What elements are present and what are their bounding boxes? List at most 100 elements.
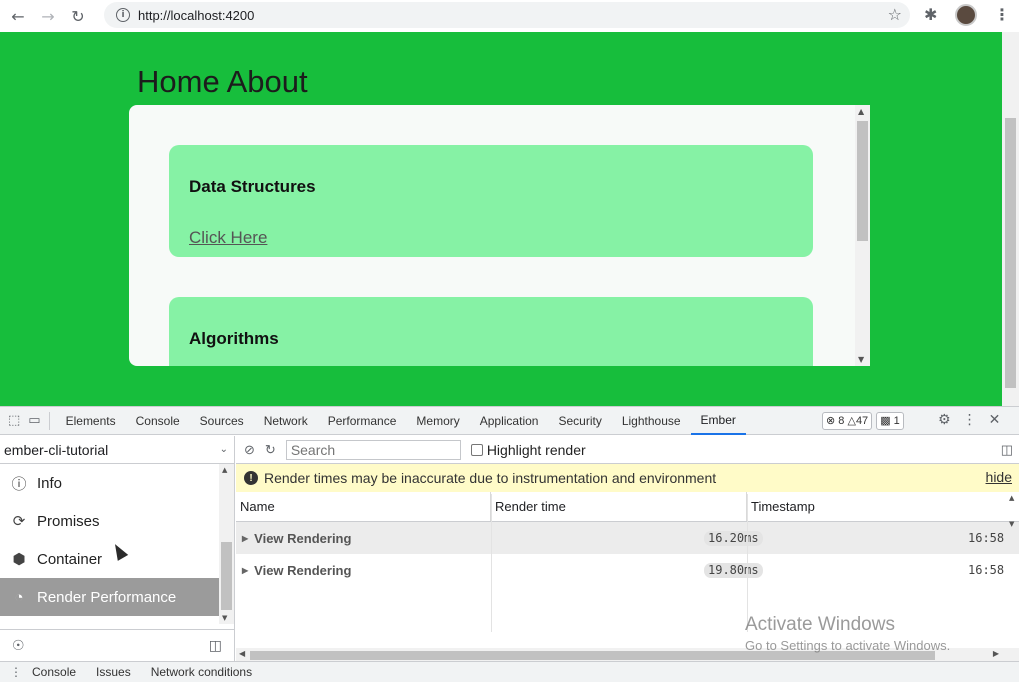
tab-application[interactable]: Application [470,407,549,435]
tab-ember[interactable]: Ember [690,407,746,435]
page-viewport: Home About Data Structures Click Here Al… [0,32,1019,406]
error-icon: ⊗ [826,415,836,427]
bookmark-star-icon[interactable]: ☆ [888,5,902,24]
page-scrollbar[interactable] [1002,32,1019,406]
sidebar-item-promises[interactable]: ⟳ Promises [0,502,234,540]
inspect-element-icon[interactable]: ⬚ [8,413,20,428]
browser-toolbar: ← → ↻ i http://localhost:4200 ☆ ✱ ⋮ [0,0,1019,32]
warning-banner: ! Render times may be inaccurate due to … [236,464,1019,492]
warning-exclamation-icon: ! [244,471,258,485]
message-icon: ▩ [880,415,891,427]
bug-icon[interactable]: ☉ [12,638,25,654]
device-toolbar-icon[interactable]: ▭ [28,413,40,428]
reload-icon[interactable]: ↻ [265,442,276,458]
panel-toggle-icon[interactable]: ◫ [1001,442,1013,458]
chevron-down-icon: ⌄ [219,444,228,455]
container-icon: ⬢ [12,551,26,568]
cards-container: Data Structures Click Here Algorithms ▲ … [129,105,870,366]
devtools-drawer: ⋮ Console Issues Network conditions [0,661,1019,682]
site-info-icon[interactable]: i [116,8,130,22]
clear-icon[interactable]: ⊘ [244,442,255,458]
settings-gear-icon[interactable]: ⚙ [938,412,951,428]
drawer-tab-console[interactable]: Console [22,665,86,679]
timestamp-value: 16:58 [968,531,1005,545]
table-row[interactable]: ▶ View Rendering 19.80ms 16:58 [236,554,1019,586]
card-title: Algorithms [189,329,279,348]
tab-memory[interactable]: Memory [406,407,469,435]
sidebar-item-info[interactable]: ⓘ Info [0,464,234,502]
tab-console[interactable]: Console [126,407,190,435]
gauge-icon: ◔ [14,588,24,606]
sidebar-footer: ☉ ◫ [0,629,234,662]
devtools-menu-icon[interactable]: ⋮ [963,412,977,428]
warning-icon: △ [847,415,856,427]
sidebar-scrollbar[interactable]: ▲ ▼ [219,464,234,624]
column-divider [491,494,492,632]
scroll-down-arrow-icon[interactable]: ▼ [1009,520,1019,528]
windows-activation-watermark: Activate Windows Go to Settings to activ… [745,614,951,653]
errors-badge[interactable]: ⊗ 8 △47 [822,412,873,430]
close-devtools-icon[interactable]: ✕ [989,412,1001,428]
render-time-value: 16.20ms [704,531,763,546]
render-time-value: 19.80ms [704,563,763,578]
table-row[interactable]: ▶ View Rendering 16.20ms 16:58 [236,522,1019,554]
column-header-render-time[interactable]: Render time [491,492,747,521]
profile-avatar[interactable] [955,4,977,26]
issue-badges: ⊗ 8 △47 ▩ 1 [822,412,904,430]
card-link[interactable]: Click Here [189,228,267,248]
card-algorithms: Algorithms [169,297,813,366]
devtools-tabbar: ⬚ ▭ Elements Console Sources Network Per… [0,407,1019,435]
reload-icon[interactable]: ↻ [66,4,90,28]
expand-caret-icon[interactable]: ▶ [242,534,248,543]
scroll-thumb[interactable] [857,121,868,241]
table-vertical-scrollbar[interactable]: ▲ ▼ [1007,494,1019,594]
extensions-icon[interactable]: ✱ [924,5,937,24]
tab-performance[interactable]: Performance [318,407,407,435]
card-data-structures: Data Structures Click Here [169,145,813,257]
app-name: ember-cli-tutorial [4,441,109,458]
scroll-down-arrow-icon[interactable]: ▼ [858,355,864,364]
expand-caret-icon[interactable]: ▶ [242,566,248,575]
table-header: Name Render time Timestamp [236,492,1019,522]
column-header-name[interactable]: Name [236,492,491,521]
tab-network[interactable]: Network [254,407,318,435]
url-text[interactable]: http://localhost:4200 [138,8,254,23]
column-header-timestamp[interactable]: Timestamp [747,492,1019,521]
scroll-down-arrow-icon[interactable]: ▼ [222,614,227,622]
page-scroll-thumb[interactable] [1005,118,1016,388]
browser-menu-icon[interactable]: ⋮ [994,5,1010,24]
sidebar-item-render-performance[interactable]: ◔ Render Performance [0,578,234,616]
scroll-up-arrow-icon[interactable]: ▲ [858,107,864,116]
scroll-right-arrow-icon[interactable]: ▶ [993,649,999,658]
search-input[interactable] [285,439,461,460]
tab-elements[interactable]: Elements [56,407,126,435]
timestamp-value: 16:58 [968,563,1005,577]
scroll-up-arrow-icon[interactable]: ▲ [1009,494,1019,502]
column-divider [747,494,748,632]
render-toolbar: ⊘ ↻ Highlight render ◫ [236,436,1019,464]
card-title: Data Structures [189,177,316,196]
warning-text: Render times may be inaccurate due to in… [264,470,717,486]
back-icon[interactable]: ← [6,4,30,28]
scroll-left-arrow-icon[interactable]: ◀ [239,649,245,658]
messages-badge[interactable]: ▩ 1 [876,412,904,430]
forward-icon[interactable]: → [36,4,60,28]
hide-link[interactable]: hide [986,469,1012,485]
promises-icon: ⟳ [12,513,26,530]
scroll-up-arrow-icon[interactable]: ▲ [222,466,227,474]
tab-lighthouse[interactable]: Lighthouse [612,407,691,435]
address-bar[interactable]: i http://localhost:4200 ☆ [104,2,910,28]
app-selector[interactable]: ember-cli-tutorial ⌄ [0,436,234,464]
page-title: Home About [137,64,308,99]
info-icon: ⓘ [11,475,27,493]
tab-sources[interactable]: Sources [190,407,254,435]
drawer-menu-icon[interactable]: ⋮ [0,665,22,679]
checkbox-box[interactable] [470,443,483,456]
tab-security[interactable]: Security [548,407,611,435]
sidebar-scroll-thumb[interactable] [221,542,232,610]
cards-scrollbar[interactable]: ▲ ▼ [855,105,870,366]
toggle-sidebar-icon[interactable]: ◫ [209,638,222,654]
highlight-render-checkbox[interactable]: Highlight render [470,442,586,458]
drawer-tab-issues[interactable]: Issues [86,665,141,679]
drawer-tab-network-conditions[interactable]: Network conditions [141,665,262,679]
